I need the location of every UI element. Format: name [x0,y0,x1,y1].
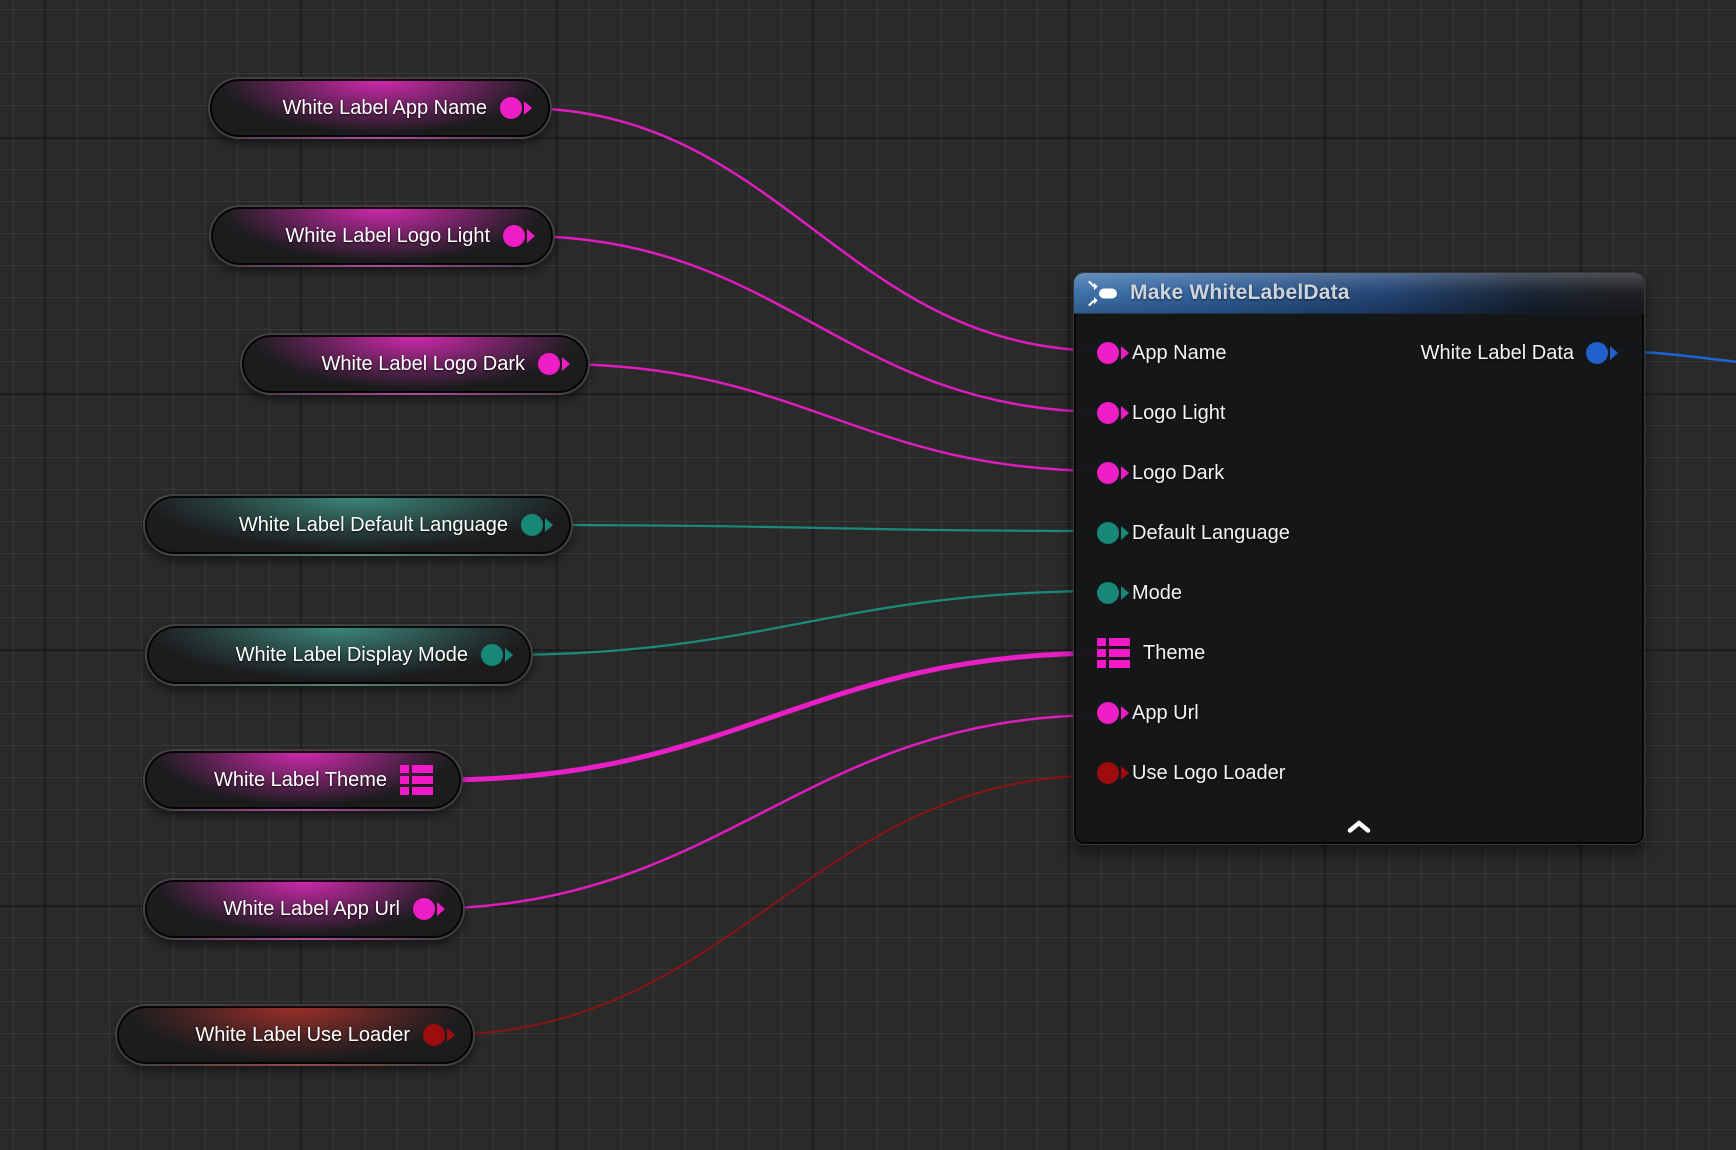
node-label: White Label Display Mode [236,644,468,667]
node-label: White Label Logo Dark [322,353,525,376]
pin-label: Theme [1143,642,1205,665]
wire-theme[interactable] [440,653,1107,780]
pin-label: Logo Dark [1132,462,1224,485]
pin-label: Logo Light [1132,402,1225,425]
pin-row-mode: Mode [1074,563,1644,623]
pin-row-default-language: Default Language [1074,503,1644,563]
pin-label: App Name [1132,342,1227,365]
struct-pin-icon[interactable] [400,765,433,795]
pin-row-theme: Theme [1074,623,1644,683]
pin-label: Default Language [1132,522,1290,545]
node-label: White Label Logo Light [285,225,490,248]
wire-use-loader[interactable] [438,775,1107,1035]
wire-logo-light[interactable] [522,236,1107,412]
node-label: White Label Theme [214,769,387,792]
input-pin-app-url[interactable] [1097,702,1119,724]
wire-default-language[interactable] [538,525,1107,531]
input-pin-app-name[interactable] [1097,342,1119,364]
pin-label: Use Logo Loader [1132,762,1285,785]
output-pin-string[interactable] [500,97,522,119]
pin-label: App Url [1132,702,1199,725]
node-get-white-label-default-language[interactable]: White Label Default Language [143,494,573,556]
pin-row-app-name: App Name White Label Data [1074,323,1644,383]
output-pin-bool[interactable] [423,1024,445,1046]
node-get-white-label-theme[interactable]: White Label Theme [143,749,463,811]
node-get-white-label-use-loader[interactable]: White Label Use Loader [115,1004,475,1066]
node-label: White Label App Name [282,97,487,120]
node-get-white-label-logo-light[interactable]: White Label Logo Light [209,205,555,267]
pin-row-logo-dark: Logo Dark [1074,443,1644,503]
input-pin-logo-dark[interactable] [1097,462,1119,484]
pin-label: Mode [1132,582,1182,605]
output-pin-string[interactable] [503,225,525,247]
wire-app-name[interactable] [520,108,1107,351]
input-pin-theme-struct-icon[interactable] [1097,638,1130,668]
node-get-white-label-app-name[interactable]: White Label App Name [208,77,552,139]
chevron-up-icon [1346,820,1372,833]
input-pin-logo-light[interactable] [1097,402,1119,424]
pin-row-use-logo-loader: Use Logo Loader [1074,743,1644,803]
input-pin-use-logo-loader[interactable] [1097,762,1119,784]
wire-logo-dark[interactable] [556,364,1107,471]
blueprint-graph-canvas[interactable]: White Label App Name White Label Logo Li… [0,0,1736,1150]
node-body: App Name White Label Data Logo Light Log… [1074,314,1644,803]
output-pin-text[interactable] [481,644,503,666]
node-label: White Label Default Language [239,514,508,537]
collapse-pins-button[interactable] [1339,816,1379,836]
make-struct-icon [1088,280,1118,307]
pin-row-app-url: App Url [1074,683,1644,743]
output-pin-string[interactable] [538,353,560,375]
input-pin-default-language[interactable] [1097,522,1119,544]
wire-app-url[interactable] [420,715,1107,909]
output-pin-string[interactable] [413,898,435,920]
node-get-white-label-logo-dark[interactable]: White Label Logo Dark [240,333,590,395]
node-get-white-label-display-mode[interactable]: White Label Display Mode [145,624,533,686]
pin-row-logo-light: Logo Light [1074,383,1644,443]
wire-display-mode[interactable] [498,591,1107,655]
output-pin-label: White Label Data [1421,342,1574,365]
node-get-white-label-app-url[interactable]: White Label App Url [143,878,465,940]
output-pin-white-label-data[interactable] [1586,342,1608,364]
node-make-whitelabeldata[interactable]: Make WhiteLabelData App Name White Label… [1073,272,1645,845]
node-label: White Label Use Loader [195,1024,410,1047]
output-pin-text[interactable] [521,514,543,536]
node-label: White Label App Url [223,898,400,921]
node-title: Make WhiteLabelData [1130,281,1350,305]
input-pin-mode[interactable] [1097,582,1119,604]
node-header[interactable]: Make WhiteLabelData [1074,273,1644,314]
